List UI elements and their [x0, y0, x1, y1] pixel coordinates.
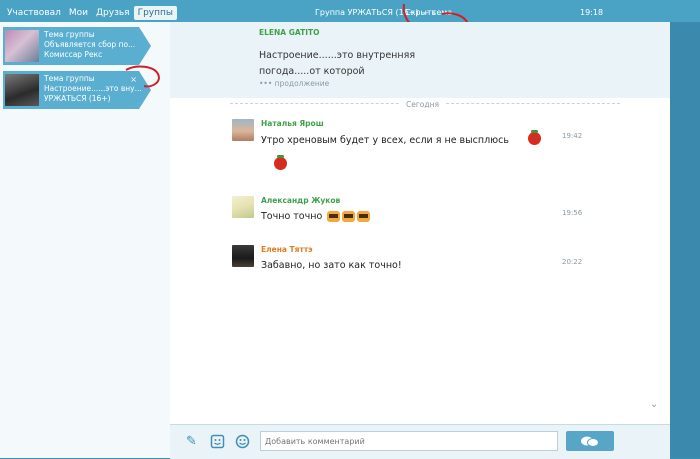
read-more-link[interactable]: ••• продолжение: [259, 79, 329, 88]
laughing-emoji-icon: [327, 211, 341, 222]
conversation-author: Комиссар Рекс: [44, 50, 103, 59]
comment-time: 19:56: [562, 209, 583, 217]
comment-author[interactable]: Александр Жуков: [261, 196, 340, 205]
comment-text-body: Утро хреновым будет у всех, если я не вы…: [261, 135, 509, 146]
conversation-preview: Настроение......это вну...: [44, 84, 142, 93]
smiley-icon[interactable]: [235, 434, 250, 449]
avatar[interactable]: [232, 119, 254, 141]
conversation-item-active[interactable]: Тема группы Настроение......это вну... У…: [3, 71, 151, 109]
tab-groups[interactable]: Группы: [133, 6, 177, 20]
comment-input[interactable]: [260, 431, 558, 451]
clock: 19:18: [580, 8, 604, 17]
close-icon[interactable]: ×: [130, 75, 137, 85]
comment-author[interactable]: Наталья Ярош: [261, 119, 324, 128]
comment-text: Утро хреновым будет у всех, если я не вы…: [261, 130, 542, 147]
comment-time: 20:22: [562, 258, 583, 266]
topic-post: ELENA GATITO Настроение......это внутрен…: [170, 22, 670, 98]
conversation-preview: Объявляется сбор по...: [44, 40, 136, 49]
filter-tabs: Участвовал Мои Друзья Группы: [3, 6, 177, 20]
topic-text: Настроение......это внутренняя погода...…: [259, 50, 416, 77]
conversation-title: Тема группы: [44, 30, 95, 39]
send-button[interactable]: [566, 431, 614, 451]
comment-text: Забавно, но зато как точно!: [261, 260, 402, 271]
laughing-emoji-icon: [342, 211, 356, 222]
tab-friends[interactable]: Друзья: [92, 6, 134, 20]
hide-link[interactable]: Скрыть: [405, 8, 436, 17]
comment-text-body: Точно точно: [261, 211, 323, 222]
conversation-thumbnail: [5, 74, 39, 106]
composer-bar: ✎: [170, 424, 670, 459]
laughing-emoji-icon: [357, 211, 371, 222]
avatar[interactable]: [232, 245, 254, 267]
tab-participated[interactable]: Участвовал: [3, 6, 65, 20]
tomato-emoji-icon: [528, 130, 542, 145]
comment-time: 19:42: [562, 132, 583, 140]
conversation-item[interactable]: Тема группы Объявляется сбор по... Комис…: [3, 27, 151, 65]
avatar[interactable]: [232, 196, 254, 218]
window-edge: [670, 22, 700, 458]
conversation-thumbnail: [5, 30, 39, 62]
comment: Наталья Ярош Утро хреновым будет у всех,…: [232, 119, 592, 179]
topic-panel: ELENA GATITO Настроение......это внутрен…: [170, 22, 670, 459]
tomato-emoji-icon: [274, 155, 287, 170]
sticker-icon[interactable]: [210, 434, 225, 449]
comment: Елена Тяттэ Забавно, но зато как точно! …: [232, 245, 592, 281]
conversation-sidebar: Тема группы Объявляется сбор по... Комис…: [0, 22, 170, 458]
speech-bubbles-icon: [581, 436, 599, 447]
conversation-author: УРЖАТЬСЯ (16+): [44, 94, 111, 103]
comment-author[interactable]: Елена Тяттэ: [261, 245, 313, 254]
comment-text: Точно точно: [261, 211, 371, 222]
scroll-down-chevron-icon[interactable]: ⌄: [650, 399, 658, 410]
pencil-icon[interactable]: ✎: [184, 434, 199, 449]
comment-text-body: Забавно, но зато как точно!: [261, 260, 402, 271]
tab-mine[interactable]: Мои: [65, 6, 92, 20]
app-frame: Участвовал Мои Друзья Группы Группа УРЖА…: [0, 0, 700, 459]
day-label: Сегодня: [400, 100, 445, 109]
comment: Александр Жуков Точно точно 19:56: [232, 196, 592, 232]
topic-author[interactable]: ELENA GATITO: [259, 28, 320, 37]
